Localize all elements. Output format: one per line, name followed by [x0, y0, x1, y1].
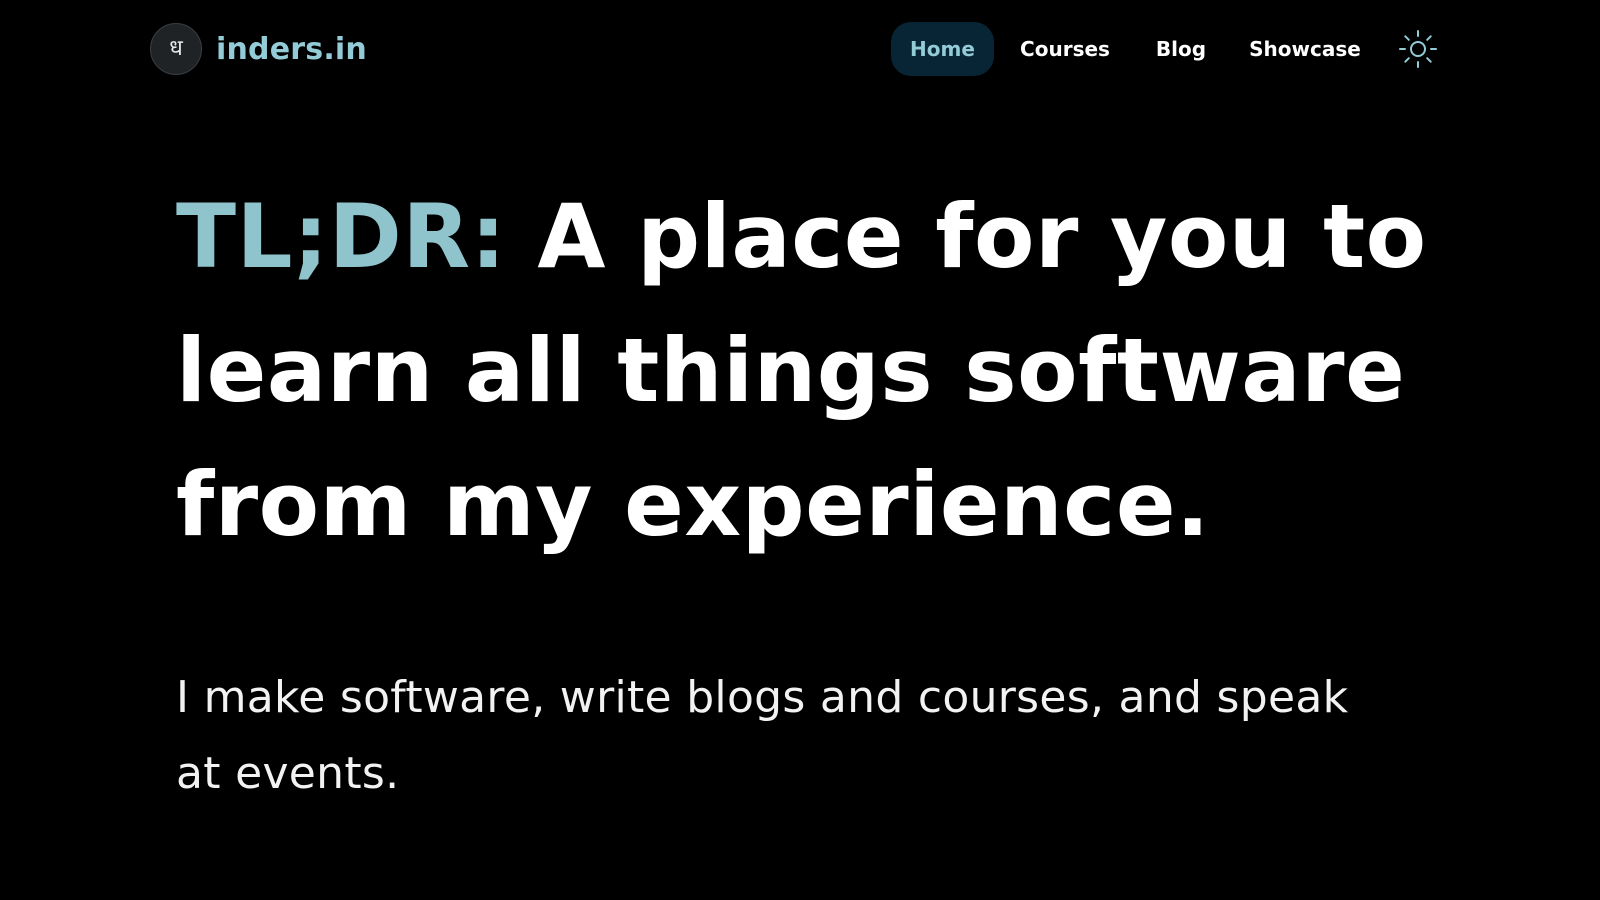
site-header: ध inders.in Home Courses Blog Showcase — [0, 0, 1600, 100]
brand-name: inders.in — [216, 31, 367, 67]
hero-accent: TL;DR: — [176, 185, 507, 288]
hero-section: TL;DR: A place for you to learn all thin… — [176, 170, 1466, 572]
logo-avatar: ध — [150, 23, 202, 75]
nav-showcase[interactable]: Showcase — [1226, 22, 1384, 76]
nav-courses[interactable]: Courses — [994, 22, 1136, 76]
main-nav: Home Courses Blog Showcase — [891, 22, 1384, 76]
sun-icon — [1399, 30, 1437, 68]
nav-home[interactable]: Home — [891, 22, 994, 76]
theme-toggle-button[interactable] — [1398, 29, 1438, 69]
hero-subtitle: I make software, write blogs and courses… — [176, 672, 1349, 799]
nav-blog[interactable]: Blog — [1136, 22, 1226, 76]
hero-title: TL;DR: A place for you to learn all thin… — [176, 170, 1466, 572]
brand-home-link[interactable]: ध inders.in — [150, 23, 367, 75]
